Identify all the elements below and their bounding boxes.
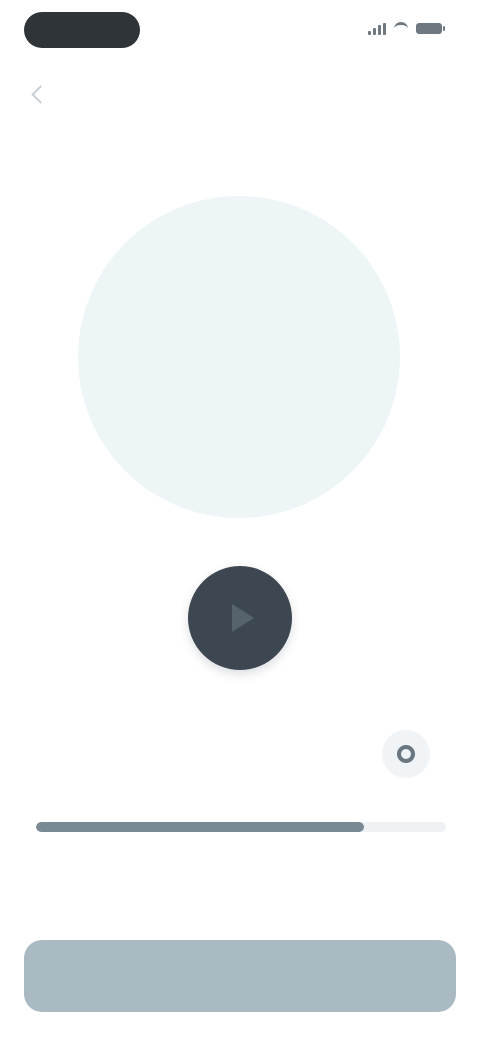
settings-button[interactable] [382,730,430,778]
chevron-left-icon [30,84,50,104]
app-screen [0,0,480,1040]
primary-button[interactable] [24,940,456,1012]
gear-icon [397,745,415,763]
progress-fill [36,822,364,832]
battery-icon [416,23,445,34]
progress-bar [36,822,446,832]
signal-icon [368,22,386,35]
timer-circle [78,196,400,518]
wifi-icon [394,22,408,35]
play-icon [232,604,254,632]
status-bar [0,0,480,64]
back-button[interactable] [24,78,56,110]
header [0,70,480,122]
play-button[interactable] [188,566,292,670]
status-icons [368,22,445,35]
status-time-pill [24,12,140,48]
